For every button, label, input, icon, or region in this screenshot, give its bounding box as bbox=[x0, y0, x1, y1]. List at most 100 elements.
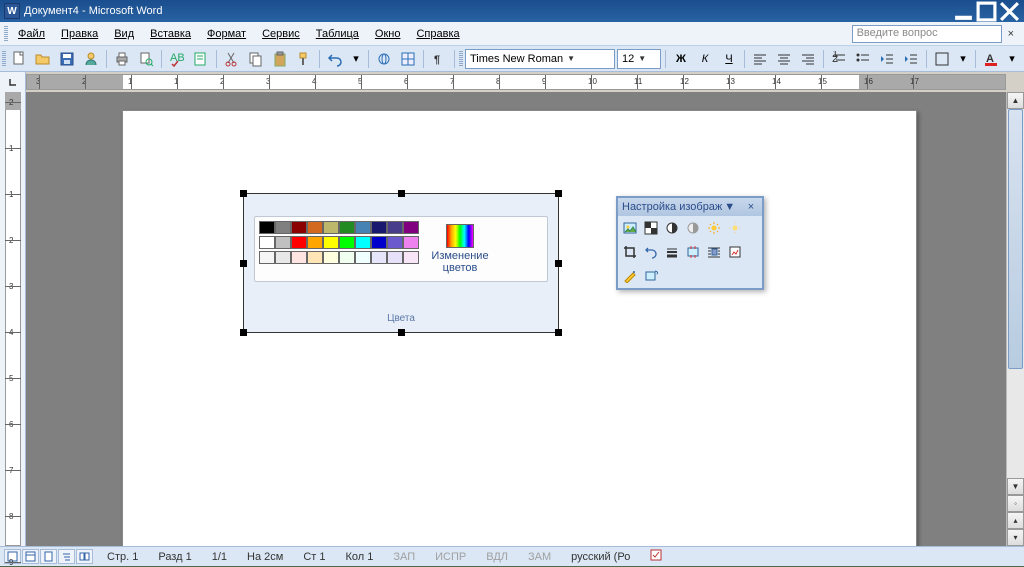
rotate-left-icon[interactable] bbox=[641, 242, 661, 262]
color-swatch[interactable] bbox=[339, 236, 355, 249]
print-icon[interactable] bbox=[111, 48, 133, 70]
color-swatch[interactable] bbox=[371, 251, 387, 264]
bold-button[interactable]: Ж bbox=[670, 48, 692, 70]
menu-service[interactable]: Сервис bbox=[254, 25, 308, 43]
color-swatch[interactable] bbox=[291, 236, 307, 249]
menu-insert[interactable]: Вставка bbox=[142, 25, 199, 43]
color-swatch[interactable] bbox=[275, 221, 291, 234]
menu-table[interactable]: Таблица bbox=[308, 25, 367, 43]
menu-help[interactable]: Справка bbox=[408, 25, 467, 43]
vertical-scrollbar[interactable]: ▲ ▼ ◦ ▴ ▾ bbox=[1006, 92, 1024, 546]
insert-picture-icon[interactable] bbox=[620, 218, 640, 238]
resize-handle-w[interactable] bbox=[240, 260, 247, 267]
resize-handle-e[interactable] bbox=[555, 260, 562, 267]
print-layout-view-icon[interactable] bbox=[40, 549, 57, 564]
vertical-ruler[interactable]: 21123456789 bbox=[0, 92, 26, 546]
format-picture-icon[interactable] bbox=[725, 242, 745, 262]
undo-icon[interactable] bbox=[324, 48, 346, 70]
print-preview-icon[interactable] bbox=[135, 48, 157, 70]
numbered-list-icon[interactable]: 12 bbox=[828, 48, 850, 70]
hyperlink-icon[interactable] bbox=[373, 48, 395, 70]
status-spellcheck-icon[interactable] bbox=[644, 548, 670, 565]
color-swatch[interactable] bbox=[339, 251, 355, 264]
color-swatch[interactable] bbox=[291, 251, 307, 264]
horizontal-ruler[interactable]: 3211234567891011121314151617 bbox=[26, 74, 1006, 90]
font-color-icon[interactable]: A bbox=[980, 48, 1002, 70]
scroll-thumb[interactable] bbox=[1008, 109, 1023, 369]
align-right-icon[interactable] bbox=[797, 48, 819, 70]
color-swatch[interactable] bbox=[307, 221, 323, 234]
borders-dropdown[interactable]: ▾ bbox=[955, 52, 971, 65]
color-swatch[interactable] bbox=[275, 236, 291, 249]
minimize-button[interactable] bbox=[953, 2, 974, 20]
align-center-icon[interactable] bbox=[773, 48, 795, 70]
bulleted-list-icon[interactable] bbox=[852, 48, 874, 70]
resize-handle-sw[interactable] bbox=[240, 329, 247, 336]
decrease-indent-icon[interactable] bbox=[876, 48, 898, 70]
resize-handle-s[interactable] bbox=[398, 329, 405, 336]
scroll-down-button[interactable]: ▼ bbox=[1007, 478, 1024, 495]
resize-handle-nw[interactable] bbox=[240, 190, 247, 197]
color-swatch[interactable] bbox=[339, 221, 355, 234]
web-view-icon[interactable] bbox=[22, 549, 39, 564]
menu-window[interactable]: Окно bbox=[367, 25, 409, 43]
color-swatch[interactable] bbox=[355, 251, 371, 264]
color-swatch[interactable] bbox=[259, 236, 275, 249]
color-swatch[interactable] bbox=[291, 221, 307, 234]
reading-view-icon[interactable] bbox=[76, 549, 93, 564]
set-transparent-icon[interactable] bbox=[620, 266, 640, 286]
new-doc-icon[interactable] bbox=[8, 48, 30, 70]
text-wrap-icon[interactable] bbox=[704, 242, 724, 262]
undo-dropdown[interactable]: ▾ bbox=[348, 52, 364, 65]
color-menu-icon[interactable] bbox=[641, 218, 661, 238]
help-search-input[interactable]: Введите вопрос bbox=[852, 25, 1002, 43]
reset-picture-icon[interactable] bbox=[641, 266, 661, 286]
italic-button[interactable]: К bbox=[694, 48, 716, 70]
scroll-track[interactable] bbox=[1007, 109, 1024, 478]
browse-object-button[interactable]: ◦ bbox=[1007, 495, 1024, 512]
color-swatch[interactable] bbox=[403, 251, 419, 264]
menu-file[interactable]: Файл bbox=[10, 25, 53, 43]
less-contrast-icon[interactable] bbox=[683, 218, 703, 238]
scroll-up-button[interactable]: ▲ bbox=[1007, 92, 1024, 109]
show-hide-icon[interactable]: ¶ bbox=[428, 48, 450, 70]
less-brightness-icon[interactable] bbox=[725, 218, 745, 238]
font-name-combo[interactable]: Times New Roman▼ bbox=[465, 49, 615, 69]
color-swatch[interactable] bbox=[323, 251, 339, 264]
maximize-button[interactable] bbox=[976, 2, 997, 20]
toolbar-grip[interactable] bbox=[4, 26, 8, 42]
close-button[interactable] bbox=[999, 2, 1020, 20]
research-icon[interactable] bbox=[190, 48, 212, 70]
menu-close-dropdown[interactable]: × bbox=[1002, 28, 1020, 40]
picture-toolbar[interactable]: Настройка изображ▼ × bbox=[616, 196, 764, 290]
compress-icon[interactable] bbox=[683, 242, 703, 262]
increase-indent-icon[interactable] bbox=[900, 48, 922, 70]
menu-format[interactable]: Формат bbox=[199, 25, 254, 43]
menu-edit[interactable]: Правка bbox=[53, 25, 106, 43]
change-colors-button[interactable]: Изменение цветов bbox=[423, 217, 497, 281]
color-swatch[interactable] bbox=[323, 236, 339, 249]
color-swatch[interactable] bbox=[307, 251, 323, 264]
crop-icon[interactable] bbox=[620, 242, 640, 262]
color-swatch[interactable] bbox=[371, 236, 387, 249]
more-contrast-icon[interactable] bbox=[662, 218, 682, 238]
resize-handle-ne[interactable] bbox=[555, 190, 562, 197]
borders-icon[interactable] bbox=[931, 48, 953, 70]
selected-object[interactable]: Изменение цветов Цвета bbox=[243, 193, 559, 333]
prev-page-button[interactable]: ▴ bbox=[1007, 512, 1024, 529]
picture-toolbar-close[interactable]: × bbox=[744, 201, 758, 213]
color-swatch[interactable] bbox=[275, 251, 291, 264]
spellcheck-icon[interactable]: ABC bbox=[166, 48, 188, 70]
permissions-icon[interactable] bbox=[80, 48, 102, 70]
picture-toolbar-title[interactable]: Настройка изображ▼ × bbox=[618, 198, 762, 216]
open-icon[interactable] bbox=[32, 48, 54, 70]
toolbar-grip[interactable] bbox=[459, 51, 463, 67]
font-size-combo[interactable]: 12▼ bbox=[617, 49, 661, 69]
resize-handle-n[interactable] bbox=[398, 190, 405, 197]
color-swatch[interactable] bbox=[387, 221, 403, 234]
color-swatch[interactable] bbox=[355, 236, 371, 249]
color-swatch[interactable] bbox=[259, 251, 275, 264]
toolbar-grip[interactable] bbox=[2, 51, 6, 67]
copy-icon[interactable] bbox=[245, 48, 267, 70]
color-swatch[interactable] bbox=[403, 236, 419, 249]
